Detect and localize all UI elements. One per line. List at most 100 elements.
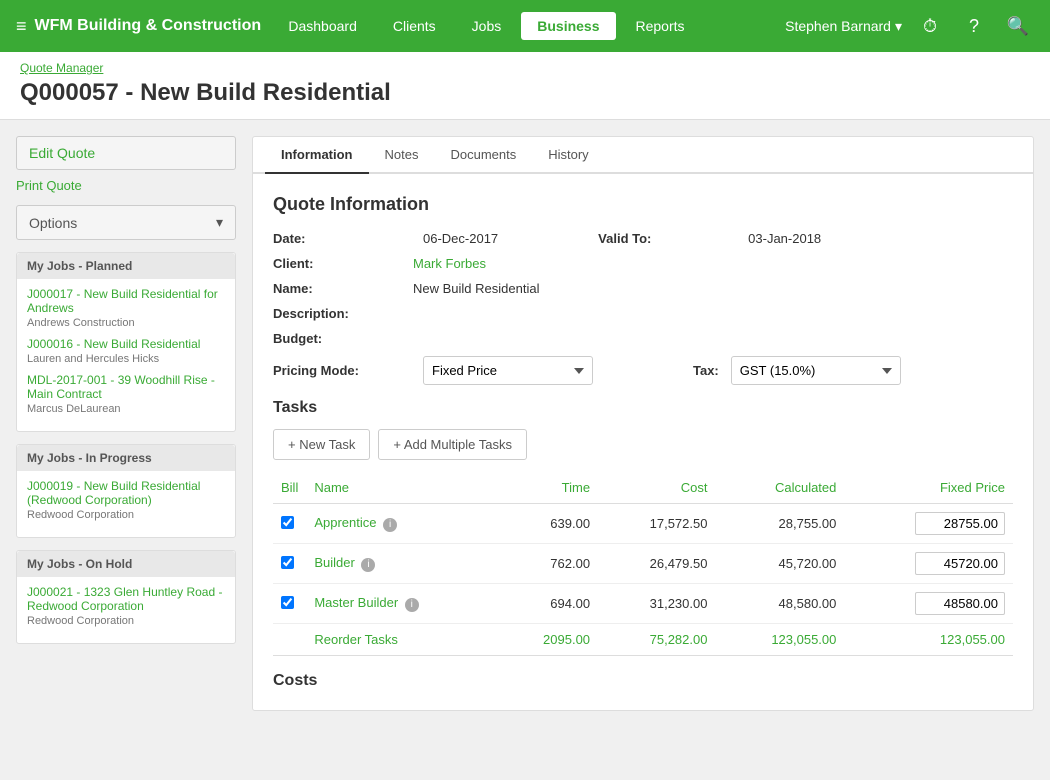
chevron-down-icon: ▾	[216, 214, 223, 231]
fixed-price-input-builder[interactable]	[915, 552, 1005, 575]
nav-clients[interactable]: Clients	[377, 12, 452, 40]
description-label: Description:	[273, 306, 413, 321]
fixed-price-input-masterbuilder[interactable]	[915, 592, 1005, 615]
task-calculated-builder: 45,720.00	[715, 544, 844, 584]
tax-group: Tax: GST (15.0%) No Tax	[693, 356, 901, 385]
sidebar-section-inprogress-header: My Jobs - In Progress	[17, 445, 235, 471]
pricing-mode-label: Pricing Mode:	[273, 363, 383, 378]
budget-label: Budget:	[273, 331, 413, 346]
tax-label: Tax:	[693, 363, 719, 378]
nav-jobs[interactable]: Jobs	[456, 12, 518, 40]
info-icon-masterbuilder[interactable]: i	[405, 598, 419, 612]
task-cost-apprentice: 17,572.50	[598, 504, 715, 544]
options-label: Options	[29, 215, 77, 231]
task-bill-checkbox-builder[interactable]	[281, 556, 294, 569]
options-button[interactable]: Options ▾	[16, 205, 236, 240]
sidebar-job-j000019[interactable]: J000019 - New Build Residential (Redwood…	[27, 479, 225, 507]
pricing-mode-select[interactable]: Fixed Price Time and Materials Cost Plus	[423, 356, 593, 385]
task-fixedprice-masterbuilder[interactable]	[844, 584, 1013, 624]
tasks-actions: + New Task + Add Multiple Tasks	[273, 429, 1013, 460]
sidebar-job-mdl2017-sub: Marcus DeLaurean	[27, 403, 225, 415]
costs-title: Costs	[273, 672, 1013, 690]
col-name: Name	[306, 472, 498, 504]
date-label: Date:	[273, 231, 413, 246]
nav-dashboard[interactable]: Dashboard	[272, 12, 373, 40]
client-row: Client: Mark Forbes	[273, 256, 1013, 271]
user-menu[interactable]: Stephen Barnard ▾	[785, 18, 902, 35]
table-row: Master Builder i 694.00 31,230.00 48,580…	[273, 584, 1013, 624]
col-calculated: Calculated	[715, 472, 844, 504]
task-name-masterbuilder[interactable]: Master Builder i	[306, 584, 498, 624]
tab-documents[interactable]: Documents	[434, 137, 532, 174]
task-bill-checkbox-apprentice[interactable]	[281, 516, 294, 529]
task-fixedprice-builder[interactable]	[844, 544, 1013, 584]
pricing-mode-row: Pricing Mode: Fixed Price Time and Mater…	[273, 356, 1013, 385]
task-fixedprice-apprentice[interactable]	[844, 504, 1013, 544]
help-icon[interactable]: ?	[958, 10, 990, 42]
info-icon-apprentice[interactable]: i	[383, 518, 397, 532]
description-row: Description:	[273, 306, 1013, 321]
task-cost-masterbuilder: 31,230.00	[598, 584, 715, 624]
col-fixed-price: Fixed Price	[844, 472, 1013, 504]
search-icon[interactable]: 🔍	[1002, 10, 1034, 42]
task-bill-checkbox-masterbuilder[interactable]	[281, 596, 294, 609]
valid-to-col: Valid To: 03-Jan-2018	[598, 231, 821, 246]
task-cost-builder: 26,479.50	[598, 544, 715, 584]
sidebar: Edit Quote Print Quote Options ▾ My Jobs…	[16, 136, 236, 711]
task-calculated-apprentice: 28,755.00	[715, 504, 844, 544]
add-multiple-tasks-button[interactable]: + Add Multiple Tasks	[378, 429, 527, 460]
date-value: 06-Dec-2017	[423, 231, 498, 246]
sidebar-job-j000016[interactable]: J000016 - New Build Residential	[27, 337, 225, 351]
nav-right: Stephen Barnard ▾ ⏱ ? 🔍	[785, 10, 1034, 42]
fixed-price-input-apprentice[interactable]	[915, 512, 1005, 535]
breadcrumb[interactable]: Quote Manager	[20, 61, 103, 75]
col-bill: Bill	[273, 472, 306, 504]
sidebar-job-j000021[interactable]: J000021 - 1323 Glen Huntley Road - Redwo…	[27, 585, 225, 613]
tab-information[interactable]: Information	[265, 137, 369, 174]
content-body: Quote Information Date: 06-Dec-2017 Vali…	[253, 174, 1033, 710]
reorder-tasks-link[interactable]: Reorder Tasks	[306, 624, 498, 656]
tabs: Information Notes Documents History	[253, 137, 1033, 174]
app-name: WFM Building & Construction	[35, 17, 262, 35]
nav-business[interactable]: Business	[521, 12, 615, 40]
print-quote-link[interactable]: Print Quote	[16, 174, 236, 197]
task-name-builder[interactable]: Builder i	[306, 544, 498, 584]
app-logo: ≡ WFM Building & Construction	[16, 16, 272, 37]
tab-history[interactable]: History	[532, 137, 604, 174]
sidebar-section-onhold: My Jobs - On Hold J000021 - 1323 Glen Hu…	[16, 550, 236, 644]
logo-icon: ≡	[16, 16, 27, 37]
name-row: Name: New Build Residential	[273, 281, 1013, 296]
sidebar-job-mdl2017[interactable]: MDL-2017-001 - 39 Woodhill Rise - Main C…	[27, 373, 225, 401]
sidebar-section-onhold-header: My Jobs - On Hold	[17, 551, 235, 577]
sidebar-section-planned: My Jobs - Planned J000017 - New Build Re…	[16, 252, 236, 432]
edit-quote-button[interactable]: Edit Quote	[16, 136, 236, 170]
tax-select[interactable]: GST (15.0%) No Tax	[731, 356, 901, 385]
task-time-apprentice: 639.00	[498, 504, 598, 544]
tasks-table-header: Bill Name Time Cost Calculated Fixed Pri…	[273, 472, 1013, 504]
user-name: Stephen Barnard	[785, 18, 891, 34]
task-name-apprentice[interactable]: Apprentice i	[306, 504, 498, 544]
col-cost: Cost	[598, 472, 715, 504]
sidebar-section-onhold-body: J000021 - 1323 Glen Huntley Road - Redwo…	[17, 577, 235, 643]
sidebar-job-j000017[interactable]: J000017 - New Build Residential for Andr…	[27, 287, 225, 315]
sidebar-section-planned-body: J000017 - New Build Residential for Andr…	[17, 279, 235, 431]
task-time-builder: 762.00	[498, 544, 598, 584]
col-time: Time	[498, 472, 598, 504]
nav-reports[interactable]: Reports	[620, 12, 701, 40]
totals-cost: 75,282.00	[598, 624, 715, 656]
valid-to-value: 03-Jan-2018	[748, 231, 821, 246]
tab-notes[interactable]: Notes	[369, 137, 435, 174]
client-value[interactable]: Mark Forbes	[413, 256, 1013, 271]
history-icon[interactable]: ⏱	[914, 10, 946, 42]
task-calculated-masterbuilder: 48,580.00	[715, 584, 844, 624]
info-icon-builder[interactable]: i	[361, 558, 375, 572]
task-bill-apprentice	[273, 504, 306, 544]
sidebar-job-j000016-sub: Lauren and Hercules Hicks	[27, 353, 225, 365]
nav-links: Dashboard Clients Jobs Business Reports	[272, 12, 785, 40]
client-label: Client:	[273, 256, 413, 271]
page-header: Quote Manager Q000057 - New Build Reside…	[0, 52, 1050, 120]
date-col: Date: 06-Dec-2017	[273, 231, 498, 246]
new-task-button[interactable]: + New Task	[273, 429, 370, 460]
table-row: Builder i 762.00 26,479.50 45,720.00	[273, 544, 1013, 584]
totals-time: 2095.00	[498, 624, 598, 656]
